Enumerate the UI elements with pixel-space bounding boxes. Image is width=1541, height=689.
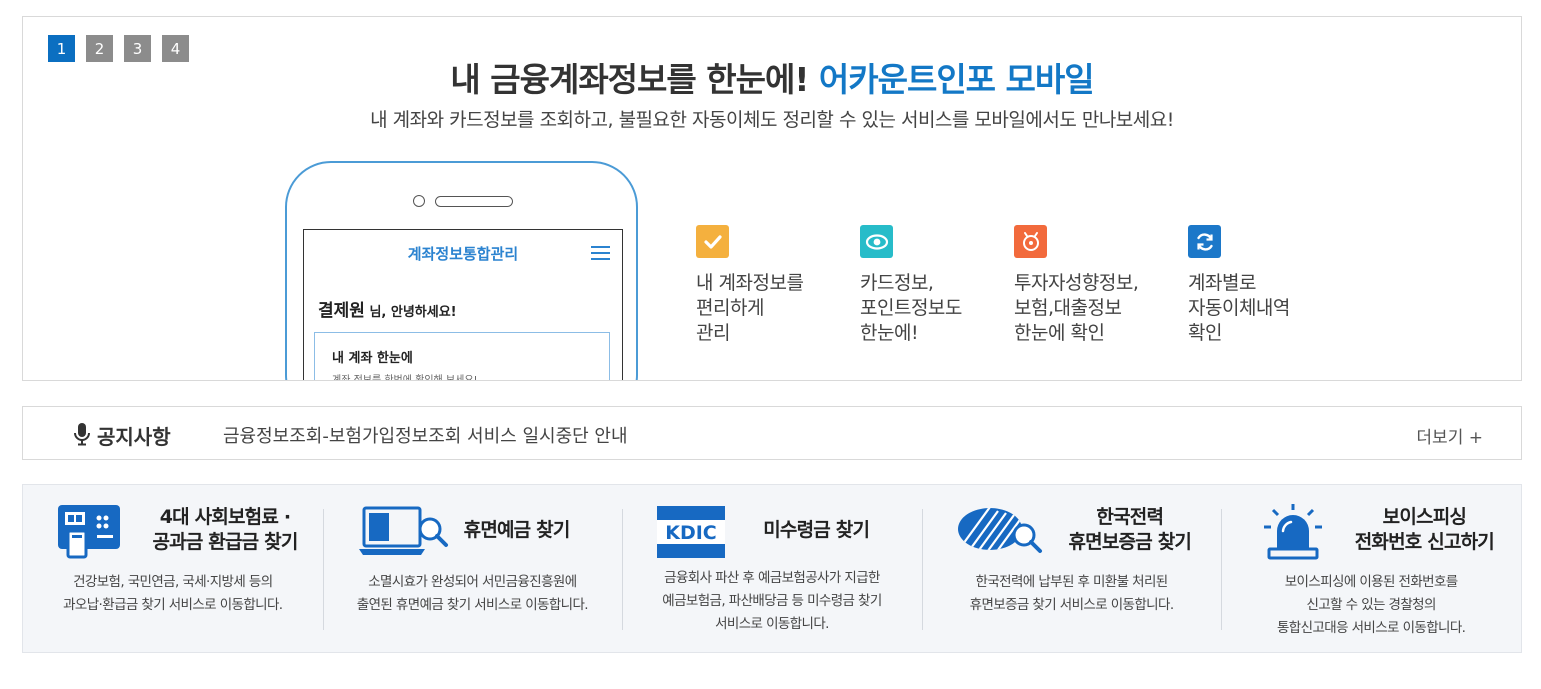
service-dormant-deposit-desc: 소멸시효가 완성되어 서민금융진흥원에 출연된 휴면예금 찾기 서비스로 이동합…	[356, 574, 589, 613]
microphone-icon	[74, 423, 90, 446]
piggybank-icon	[1014, 225, 1047, 258]
screen-user-name: 결제원	[318, 301, 365, 321]
laptop-search-icon	[358, 506, 448, 555]
headline-main: 내 금융계좌정보를 한눈에!	[450, 60, 819, 99]
kdic-logo-text: KDIC	[665, 522, 717, 544]
service-kepco-deposit-title: 한국전력 휴면보증금 찾기	[1068, 506, 1192, 553]
screen-card-title: 내 계좌 한눈에	[332, 351, 413, 366]
service-dormant-deposit-title: 휴면예금 찾기	[463, 519, 571, 541]
phone-illustration: 계좌정보통합관리 결제원 님, 안녕하세요! 내 계좌 한눈에 계좌 정보를 한…	[285, 161, 638, 381]
feature-account: 내 계좌정보를 편리하게 관리	[696, 225, 804, 346]
banner-subline: 내 계좌와 카드정보를 조회하고, 불필요한 자동이체도 정리할 수 있는 서비…	[370, 109, 1174, 131]
screen-greeting-suffix: 님, 안녕하세요!	[364, 305, 457, 320]
screen-account-card: 내 계좌 한눈에 계좌 정보를 한번에 확인해 보세요!	[314, 332, 610, 381]
kdic-logo: KDIC	[657, 506, 726, 558]
phone-speaker	[435, 196, 513, 207]
service-kepco-deposit-desc: 한국전력에 납부된 후 미환불 처리된 휴면보증금 찾기 서비스로 이동합니다.	[969, 574, 1174, 613]
service-voice-phishing-report[interactable]: 보이스피싱 전화번호 신고하기 보이스피싱에 이용된 전화번호를 신고할 수 있…	[1221, 485, 1521, 652]
feature-investment: 투자자성향정보, 보험,대출정보 한눈에 확인	[1014, 225, 1139, 346]
notice-link[interactable]: 금융정보조회-보험가입정보조회 서비스 일시중단 안내	[223, 422, 628, 448]
service-voice-phishing-title: 보이스피싱 전화번호 신고하기	[1354, 506, 1495, 553]
kepco-search-icon	[957, 508, 1042, 553]
notice-bar: 공지사항 금융정보조회-보험가입정보조회 서비스 일시중단 안내 더보기 +	[22, 406, 1522, 460]
banner-headline: 내 금융계좌정보를 한눈에! 어카운트인포 모바일	[23, 53, 1521, 101]
screen-card-desc: 계좌 정보를 한번에 확인해 보세요!	[332, 375, 478, 381]
feature-account-text: 내 계좌정보를 편리하게 관리	[696, 272, 804, 344]
eye-icon	[860, 225, 893, 258]
service-dormant-deposit[interactable]: 휴면예금 찾기 소멸시효가 완성되어 서민금융진흥원에 출연된 휴면예금 찾기 …	[322, 485, 623, 652]
headline-accent: 어카운트인포 모바일	[818, 60, 1095, 99]
feature-investment-text: 투자자성향정보, 보험,대출정보 한눈에 확인	[1014, 272, 1139, 344]
service-social-insurance-desc: 건강보험, 국민연금, 국세·지방세 등의 과오납·환급금 찾기 서비스로 이동…	[63, 574, 283, 613]
hamburger-menu-icon	[591, 246, 610, 260]
siren-icon	[1264, 504, 1323, 560]
service-kepco-deposit[interactable]: 한국전력 휴면보증금 찾기 한국전력에 납부된 후 미환불 처리된 휴면보증금 …	[921, 485, 1222, 652]
service-unclaimed-funds-desc: 금융회사 파산 후 예금보험공사가 지급한 예금보험금, 파산배당금 등 미수령…	[662, 570, 882, 632]
feature-card-text: 카드정보, 포인트정보도 한눈에!	[860, 272, 962, 344]
service-voice-phishing-desc: 보이스피싱에 이용된 전화번호를 신고할 수 있는 경찰청의 통합신고대응 서비…	[1276, 574, 1466, 636]
service-shortcuts: 4대 사회보험료 · 공과금 환급금 찾기 건강보험, 국민연금, 국세·지방세…	[22, 484, 1522, 653]
service-unclaimed-funds-title: 미수령금 찾기	[763, 519, 870, 541]
notice-more-link[interactable]: 더보기 +	[1416, 423, 1483, 448]
screen-title: 계좌정보통합관리	[407, 245, 519, 263]
notice-label: 공지사항	[97, 425, 171, 449]
feature-autotransfer: 계좌별로 자동이체내역 확인	[1188, 225, 1290, 346]
feature-card: 카드정보, 포인트정보도 한눈에!	[860, 225, 962, 346]
atm-icon	[58, 505, 120, 559]
promo-banner: 1 2 3 4 내 금융계좌정보를 한눈에! 어카운트인포 모바일 내 계좌와 …	[22, 16, 1522, 381]
check-icon	[696, 225, 729, 258]
screen-greeting: 결제원 님, 안녕하세요!	[318, 296, 457, 321]
feature-autotransfer-text: 계좌별로 자동이체내역 확인	[1188, 272, 1290, 344]
phone-camera	[413, 195, 425, 207]
service-social-insurance-refund[interactable]: 4대 사회보험료 · 공과금 환급금 찾기 건강보험, 국민연금, 국세·지방세…	[23, 485, 323, 652]
service-social-insurance-title: 4대 사회보험료 · 공과금 환급금 찾기	[152, 506, 298, 553]
refresh-icon	[1188, 225, 1221, 258]
phone-screen: 계좌정보통합관리 결제원 님, 안녕하세요! 내 계좌 한눈에 계좌 정보를 한…	[303, 229, 623, 381]
service-unclaimed-funds[interactable]: KDIC 미수령금 찾기 금융회사 파산 후 예금보험공사가 지급한 예금보험금…	[622, 485, 922, 652]
